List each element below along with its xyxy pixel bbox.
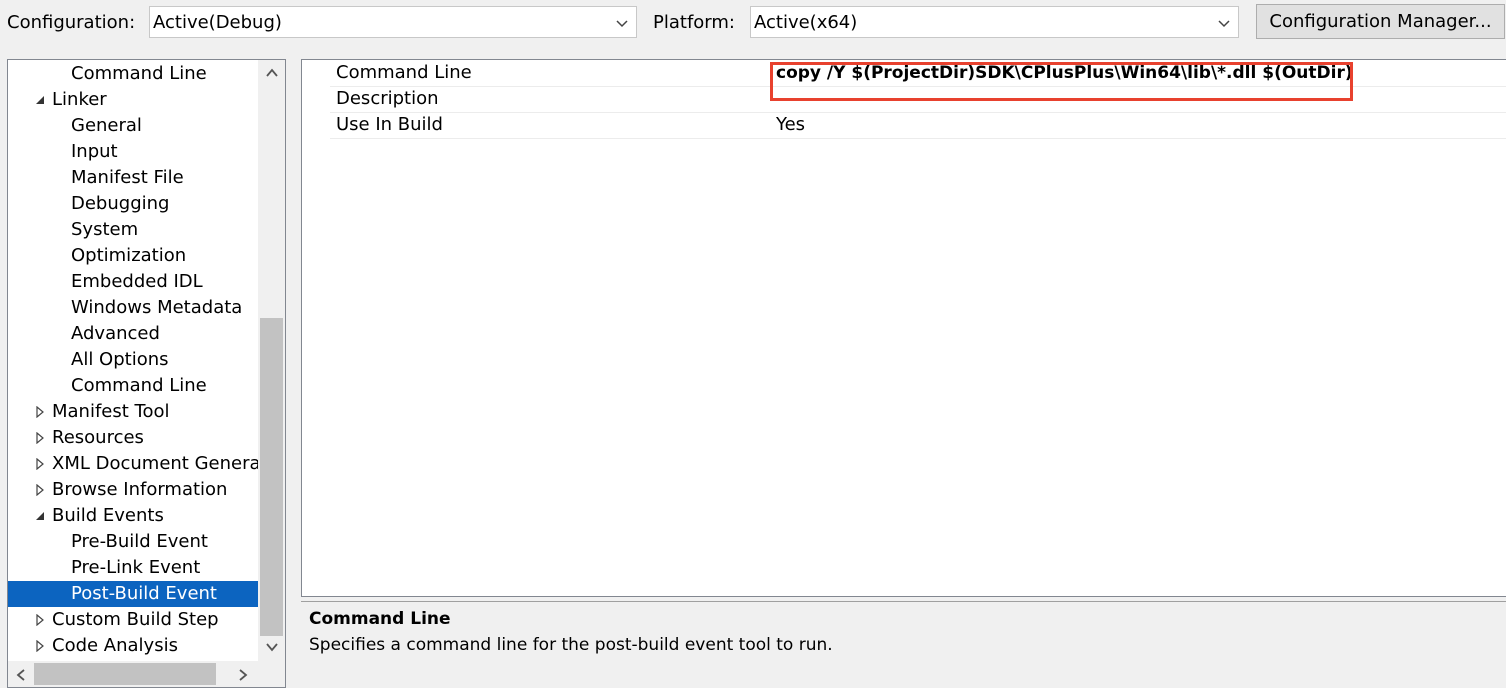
tree-item-label: Command Line <box>71 375 207 396</box>
scrollbar-corner <box>258 661 285 687</box>
tree-item-custom-build-step[interactable]: Custom Build Step <box>8 607 258 633</box>
collapsed-triangle-icon[interactable] <box>34 614 46 626</box>
tree-item-input[interactable]: Input <box>8 139 258 165</box>
tree-horizontal-scrollbar[interactable] <box>8 661 258 687</box>
scroll-left-icon[interactable] <box>14 667 28 683</box>
platform-label: Platform: <box>653 12 735 33</box>
property-name: Description <box>336 88 439 109</box>
tree-item-label: Optimization <box>71 245 187 266</box>
tree-item-label: Build Events <box>52 505 164 526</box>
configuration-manager-button[interactable]: Configuration Manager... <box>1256 4 1505 39</box>
scroll-down-icon[interactable] <box>264 640 280 654</box>
tree-item-embedded-idl[interactable]: Embedded IDL <box>8 269 258 295</box>
tree-list: Command Line Linker General Input Manifest F… <box>8 60 258 661</box>
tree-item-manifest-tool[interactable]: Manifest Tool <box>8 399 258 425</box>
tree-item-label: Post-Build Event <box>71 583 217 604</box>
tree-horizontal-scroll-thumb[interactable] <box>34 663 216 685</box>
tree-item-label: Command Line <box>71 63 207 84</box>
property-value[interactable]: Yes <box>776 112 805 138</box>
tree-item-label: Linker <box>52 89 107 110</box>
collapsed-triangle-icon[interactable] <box>34 458 46 470</box>
platform-dropdown[interactable]: Active(x64) <box>750 6 1239 38</box>
tree-item-linker[interactable]: Linker <box>8 87 258 113</box>
description-pane: Command Line Specifies a command line fo… <box>301 601 1506 688</box>
tree-item-pre-build-event[interactable]: Pre-Build Event <box>8 529 258 555</box>
tree-item-code-analysis[interactable]: Code Analysis <box>8 633 258 659</box>
property-tree: Command Line Linker General Input Manifest F… <box>7 59 286 688</box>
tree-item-debugging[interactable]: Debugging <box>8 191 258 217</box>
expanded-triangle-icon[interactable] <box>34 510 46 522</box>
tree-item-label: Input <box>71 141 118 162</box>
description-title: Command Line <box>309 609 451 629</box>
chevron-down-icon <box>1218 20 1230 28</box>
tree-item-label: Custom Build Step <box>52 609 219 630</box>
scroll-right-icon[interactable] <box>236 667 250 683</box>
tree-item-label: All Options <box>71 349 169 370</box>
collapsed-triangle-icon[interactable] <box>34 640 46 652</box>
tree-item-browse-information[interactable]: Browse Information <box>8 477 258 503</box>
property-grid: Command Line copy /Y $(ProjectDir)SDK\CP… <box>301 59 1506 597</box>
tree-item-label: Embedded IDL <box>71 271 203 292</box>
configuration-label: Configuration: <box>7 12 136 33</box>
expanded-triangle-icon[interactable] <box>34 94 46 106</box>
platform-value: Active(x64) <box>754 12 858 33</box>
description-text: Specifies a command line for the post-bu… <box>309 635 833 655</box>
chevron-down-icon <box>616 20 628 28</box>
tree-item-label: Manifest File <box>71 167 184 188</box>
tree-item-advanced[interactable]: Advanced <box>8 321 258 347</box>
configuration-dropdown[interactable]: Active(Debug) <box>149 6 637 38</box>
highlight-annotation-box <box>770 62 1353 101</box>
property-name: Use In Build <box>336 114 443 135</box>
tree-item-post-build-event[interactable]: Post-Build Event <box>8 581 258 607</box>
tree-item-label: Browse Information <box>52 479 228 500</box>
tree-item-build-events[interactable]: Build Events <box>8 503 258 529</box>
tree-item-pre-link-event[interactable]: Pre-Link Event <box>8 555 258 581</box>
property-name: Command Line <box>336 62 472 83</box>
tree-item-label: Advanced <box>71 323 160 344</box>
collapsed-triangle-icon[interactable] <box>34 432 46 444</box>
tree-vertical-scroll-thumb[interactable] <box>260 318 283 636</box>
tree-item-label: General <box>71 115 142 136</box>
tree-item-label: Manifest Tool <box>52 401 170 422</box>
tree-item-label: Debugging <box>71 193 170 214</box>
collapsed-triangle-icon[interactable] <box>34 484 46 496</box>
tree-item-label: Pre-Link Event <box>71 557 201 578</box>
tree-item-system[interactable]: System <box>8 217 258 243</box>
tree-item-general[interactable]: General <box>8 113 258 139</box>
tree-item-command-line[interactable]: Command Line <box>8 373 258 399</box>
tree-item-resources[interactable]: Resources <box>8 425 258 451</box>
tree-item-label: XML Document Generat <box>52 453 258 474</box>
tree-item-label: System <box>71 219 139 240</box>
collapsed-triangle-icon[interactable] <box>34 406 46 418</box>
tree-item-label: Pre-Build Event <box>71 531 208 552</box>
scroll-up-icon[interactable] <box>264 66 280 80</box>
tree-item-all-options[interactable]: All Options <box>8 347 258 373</box>
tree-item-command-line[interactable]: Command Line <box>8 61 258 87</box>
tree-item-optimization[interactable]: Optimization <box>8 243 258 269</box>
tree-item-label: Resources <box>52 427 144 448</box>
tree-item-windows-metadata[interactable]: Windows Metadata <box>8 295 258 321</box>
tree-vertical-scrollbar[interactable] <box>258 60 285 661</box>
tree-item-label: Windows Metadata <box>71 297 243 318</box>
property-row-use-in-build[interactable]: Use In Build Yes <box>330 112 1506 139</box>
tree-item-label: Code Analysis <box>52 635 178 656</box>
tree-item-manifest-file[interactable]: Manifest File <box>8 165 258 191</box>
tree-item-xml-document-generat[interactable]: XML Document Generat <box>8 451 258 477</box>
configuration-value: Active(Debug) <box>153 12 282 33</box>
